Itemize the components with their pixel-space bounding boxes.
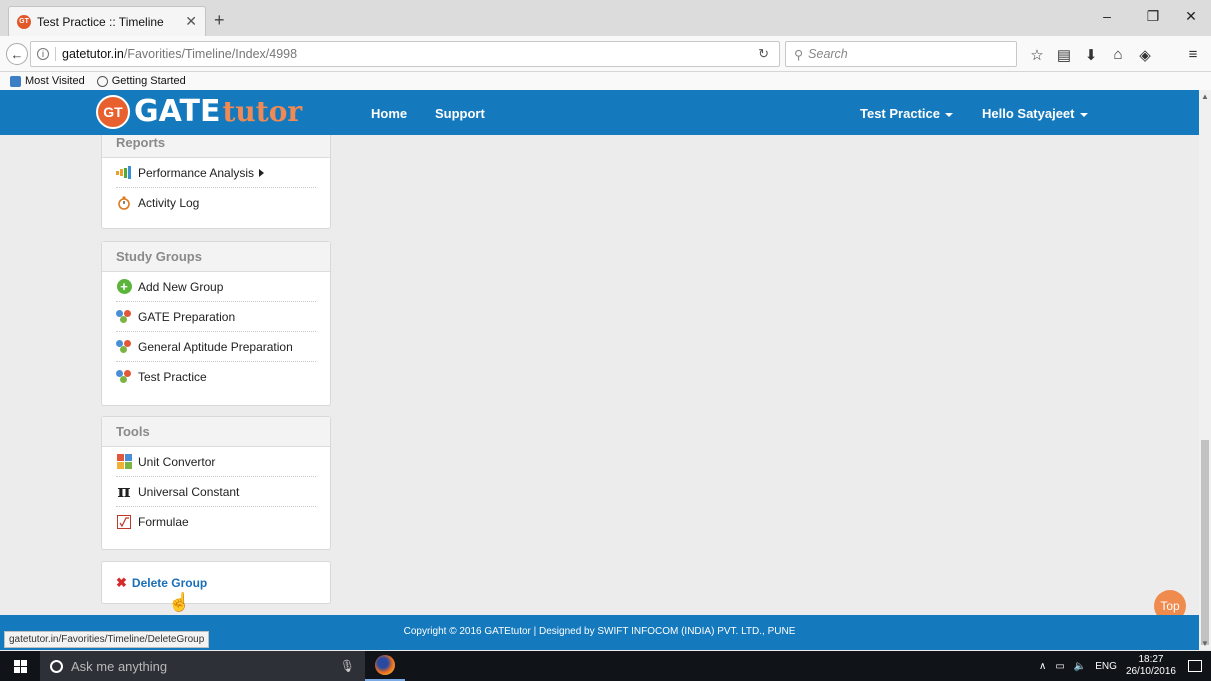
study-groups-panel: Study Groups + Add New Group GATE Prepar… [101,241,331,406]
arrow-right-icon [259,168,265,177]
microphone-icon[interactable]: 🎙 [340,659,355,673]
scroll-thumb[interactable] [1201,440,1209,645]
sidebar-item-universal-constant[interactable]: π Universal Constant [116,477,316,507]
gatetutor-favicon-icon: GT [17,14,31,29]
stopwatch-icon [116,195,132,211]
sidebar-item-unit-convertor[interactable]: Unit Convertor [116,447,316,477]
status-bar-url: gatetutor.in/Favorities/Timeline/DeleteG… [4,631,210,648]
url-path: /Favorities/Timeline/Index/4998 [123,47,298,61]
windows-start-icon[interactable] [0,651,40,681]
browser-tab[interactable]: GT Test Practice :: Timeline ✕ [8,6,206,36]
formula-icon [116,514,132,530]
nav-test-practice[interactable]: Test Practice [860,106,953,121]
bookmark-star-icon[interactable]: ☆ [1027,46,1047,64]
reading-list-icon[interactable]: ▤ [1054,46,1074,64]
menu-icon[interactable]: ≡ [1183,46,1203,63]
new-tab-icon[interactable]: + [214,10,225,31]
system-tray: ∧ ▭ 🔈 ENG 18:27 26/10/2016 [1039,651,1211,681]
browser-tab-bar: GT Test Practice :: Timeline ✕ + – ❐ ✕ [0,0,1211,36]
site-header: GT GATE tutor Home Support Test Practice… [0,90,1199,135]
sidebar-item-formulae[interactable]: Formulae [116,507,316,537]
language-indicator[interactable]: ENG [1095,661,1117,672]
plus-circle-icon: + [116,279,132,294]
logo-gate-text: GATE [134,94,221,129]
url-host: gatetutor.in [62,47,124,61]
bookmarks-bar: Most Visited Getting Started [0,72,1211,90]
nav-home[interactable]: Home [371,106,407,121]
sidebar-item-general-aptitude-preparation[interactable]: General Aptitude Preparation [116,332,316,362]
logo-badge: GT [96,94,130,129]
page-scrollbar[interactable]: ▲ ▼ [1199,90,1211,650]
group-icon [116,370,132,384]
scroll-down-icon[interactable]: ▼ [1201,639,1209,648]
restore-icon[interactable]: ❐ [1138,8,1168,25]
most-visited-icon [10,75,21,87]
sidebar-item-gate-preparation[interactable]: GATE Preparation [116,302,316,332]
windows-taskbar: Ask me anything 🎙 ∧ ▭ 🔈 ENG 18:27 26/10/… [0,651,1211,681]
tools-panel: Tools Unit Convertor π Universal Constan… [101,416,331,550]
gatetutor-logo[interactable]: GT GATE tutor [96,94,302,129]
bookmark-most-visited[interactable]: Most Visited [25,75,85,87]
firefox-taskbar-icon[interactable] [365,651,405,681]
delete-group-panel: ✖ Delete Group [101,561,331,604]
chevron-up-icon[interactable]: ∧ [1039,661,1046,672]
cortana-search-input[interactable]: Ask me anything 🎙 [40,651,365,681]
nav-user-menu[interactable]: Hello Satyajeet [982,106,1088,121]
browser-search-input[interactable]: ⚲ Search [785,41,1017,67]
search-icon: ⚲ [794,47,804,62]
home-icon[interactable]: ⌂ [1108,46,1128,63]
volume-icon[interactable]: 🔈 [1074,661,1086,672]
delete-x-icon: ✖ [116,575,127,590]
close-window-icon[interactable]: ✕ [1176,8,1206,25]
reload-icon[interactable]: ↻ [758,46,769,62]
info-icon[interactable]: i [37,48,49,60]
bar-chart-icon [116,165,132,181]
footer-copyright: Copyright © 2016 GATEtutor | Designed by… [403,626,796,637]
reports-title: Reports [102,135,330,158]
notification-icon[interactable] [1188,660,1202,672]
pi-icon: π [117,481,131,502]
group-icon [116,309,132,324]
pocket-icon[interactable]: ◈ [1135,46,1155,64]
network-icon[interactable]: ▭ [1055,661,1064,672]
globe-icon [96,75,108,87]
caret-down-icon [944,112,953,117]
study-groups-title: Study Groups [102,242,330,272]
hand-cursor-icon: ☝ [168,592,191,612]
minimize-icon[interactable]: – [1092,8,1122,24]
scroll-up-icon[interactable]: ▲ [1201,92,1209,101]
tools-title: Tools [102,417,330,447]
reports-panel: Reports Performance Analysis Activity Lo… [101,135,331,229]
sidebar-item-performance-analysis[interactable]: Performance Analysis [116,158,316,188]
sidebar-item-test-practice[interactable]: Test Practice [116,362,316,392]
sidebar-item-activity-log[interactable]: Activity Log [116,188,316,218]
download-icon[interactable]: ⬇ [1081,46,1101,64]
group-icon [116,339,132,354]
clock[interactable]: 18:27 26/10/2016 [1126,654,1176,678]
browser-nav-bar: ← i gatetutor.in /Favorities/Timeline/In… [0,36,1211,72]
bookmark-getting-started[interactable]: Getting Started [112,75,186,87]
logo-tutor-text: tutor [222,95,303,128]
delete-group-link[interactable]: ✖ Delete Group [102,562,330,604]
cortana-icon [50,659,63,673]
tab-title: Test Practice :: Timeline [37,14,164,29]
close-tab-icon[interactable]: ✕ [185,13,197,30]
main-content: Reports Performance Analysis Activity Lo… [0,135,1199,615]
nav-support[interactable]: Support [435,106,485,121]
caret-down-icon [1079,112,1088,117]
unit-convertor-icon [116,454,132,470]
sidebar-item-add-new-group[interactable]: + Add New Group [116,272,316,302]
url-bar[interactable]: i gatetutor.in /Favorities/Timeline/Inde… [30,41,780,67]
back-arrow-icon[interactable]: ← [6,43,28,65]
